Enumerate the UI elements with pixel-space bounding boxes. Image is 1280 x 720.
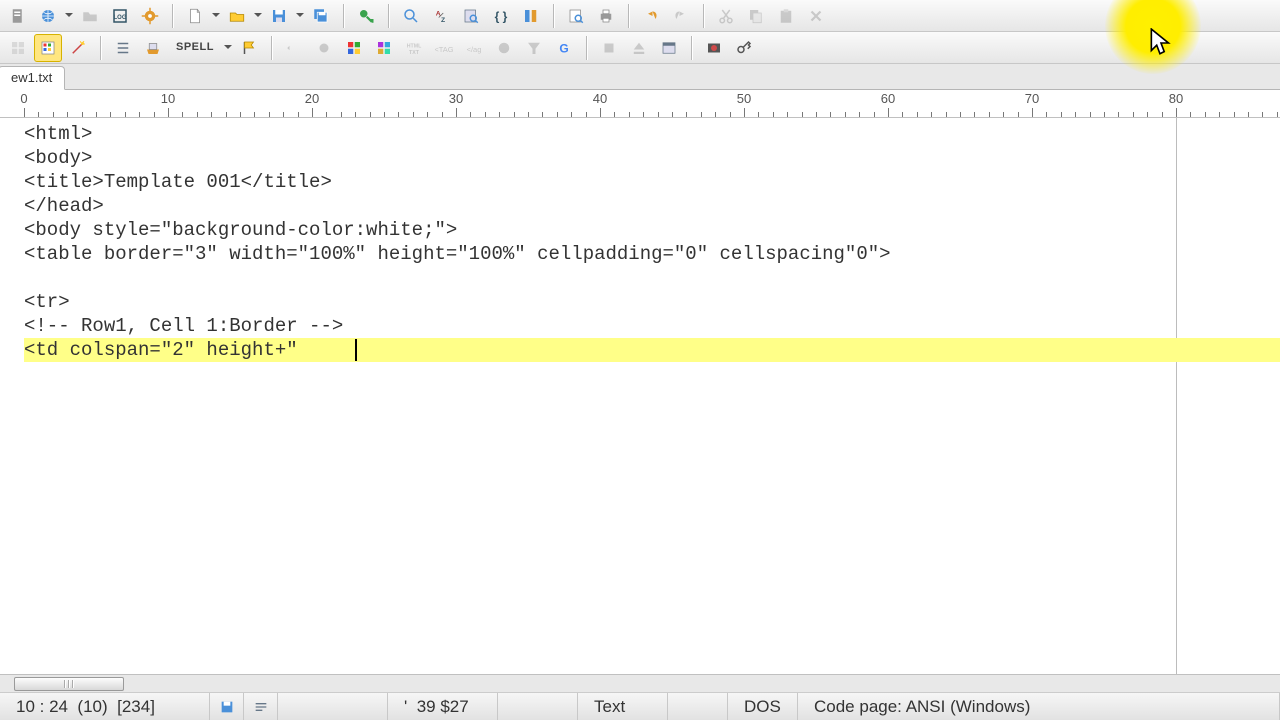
copy-icon[interactable] — [742, 2, 770, 30]
ruler: 01020304050607080 — [0, 90, 1280, 118]
spell-label: SPELL — [176, 42, 214, 53]
tab-strip: ew1.txt — [0, 64, 1280, 90]
redo-icon[interactable] — [667, 2, 695, 30]
grid1-icon[interactable] — [340, 34, 368, 62]
print-icon[interactable] — [592, 2, 620, 30]
text-caret — [355, 339, 357, 361]
open-icon[interactable] — [223, 2, 251, 30]
status-filetype: Text — [578, 693, 668, 720]
file-tab[interactable]: ew1.txt — [0, 66, 65, 90]
record-dot-icon[interactable] — [310, 34, 338, 62]
secondary-toolbar: SPELL HTMLTXT <TAG </ag G — [0, 32, 1280, 64]
svg-text:Z: Z — [441, 17, 445, 24]
list-icon[interactable] — [109, 34, 137, 62]
tag-close-icon[interactable]: </ag — [460, 34, 488, 62]
svg-text:{ }: { } — [495, 9, 508, 23]
palette-icon[interactable] — [34, 34, 62, 62]
horizontal-scrollbar[interactable] — [0, 674, 1280, 692]
bookmarks-icon[interactable] — [517, 2, 545, 30]
macro-record-icon[interactable] — [700, 34, 728, 62]
save-status-icon[interactable] — [210, 693, 244, 720]
svg-text:</ag: </ag — [467, 44, 482, 53]
editor-area[interactable]: <html> <body> <title>Template 001</title… — [0, 118, 1280, 674]
grid2-icon[interactable] — [370, 34, 398, 62]
svg-text:G: G — [559, 41, 568, 55]
flag-icon[interactable] — [235, 34, 263, 62]
paste-icon[interactable] — [772, 2, 800, 30]
cut-icon[interactable] — [712, 2, 740, 30]
svg-text:<TAG: <TAG — [435, 44, 453, 53]
status-codepage: Code page: ANSI (Windows) — [798, 693, 1280, 720]
macro-key-icon[interactable] — [730, 34, 758, 62]
status-chars: ' 39 $27 — [388, 693, 498, 720]
delete-icon[interactable] — [802, 2, 830, 30]
dropdown-icon[interactable] — [295, 2, 305, 30]
indent-left-icon[interactable] — [280, 34, 308, 62]
save-all-icon[interactable] — [307, 2, 335, 30]
wrap-status-icon[interactable] — [244, 693, 278, 720]
html-txt-icon[interactable]: HTMLTXT — [400, 34, 428, 62]
replace-icon[interactable]: AZ — [427, 2, 455, 30]
find-in-files-icon[interactable] — [457, 2, 485, 30]
spell-button[interactable]: SPELL — [169, 34, 221, 62]
google-icon[interactable]: G — [550, 34, 578, 62]
svg-text:TXT: TXT — [409, 50, 420, 56]
main-toolbar: LOG AZ { } — [0, 0, 1280, 32]
file-tab-label: ew1.txt — [11, 70, 52, 85]
dropdown-icon[interactable] — [64, 2, 74, 30]
preview-icon[interactable] — [562, 2, 590, 30]
gear-icon[interactable] — [136, 2, 164, 30]
log-icon[interactable]: LOG — [106, 2, 134, 30]
code-text: <html> <body> <title>Template 001</title… — [24, 122, 891, 362]
status-position: 10 : 24 (10) [234] — [0, 693, 210, 720]
braces-icon[interactable]: { } — [487, 2, 515, 30]
run-icon[interactable] — [352, 2, 380, 30]
wand-icon[interactable] — [64, 34, 92, 62]
window-icon[interactable] — [655, 34, 683, 62]
svg-text:LOG: LOG — [114, 15, 127, 21]
new-doc-icon[interactable] — [181, 2, 209, 30]
dropdown-icon[interactable] — [253, 2, 263, 30]
save-icon[interactable] — [265, 2, 293, 30]
disk-icon[interactable] — [139, 34, 167, 62]
open-folder-icon[interactable] — [76, 2, 104, 30]
undo-icon[interactable] — [637, 2, 665, 30]
margin-guide — [1176, 118, 1177, 674]
circle-icon[interactable] — [490, 34, 518, 62]
globe-icon[interactable] — [34, 2, 62, 30]
status-bar: 10 : 24 (10) [234] ' 39 $27 Text DOS Cod… — [0, 692, 1280, 720]
tag-open-icon[interactable]: <TAG — [430, 34, 458, 62]
svg-text:HTML: HTML — [407, 43, 422, 49]
colors-icon[interactable] — [4, 34, 32, 62]
scrollbar-thumb[interactable] — [14, 677, 124, 691]
status-lineend: DOS — [728, 693, 798, 720]
stop-icon[interactable] — [595, 34, 623, 62]
dropdown-icon[interactable] — [211, 2, 221, 30]
eject-icon[interactable] — [625, 34, 653, 62]
funnel-icon[interactable] — [520, 34, 548, 62]
dropdown-icon[interactable] — [223, 34, 233, 62]
doc-icon[interactable] — [4, 2, 32, 30]
search-icon[interactable] — [397, 2, 425, 30]
